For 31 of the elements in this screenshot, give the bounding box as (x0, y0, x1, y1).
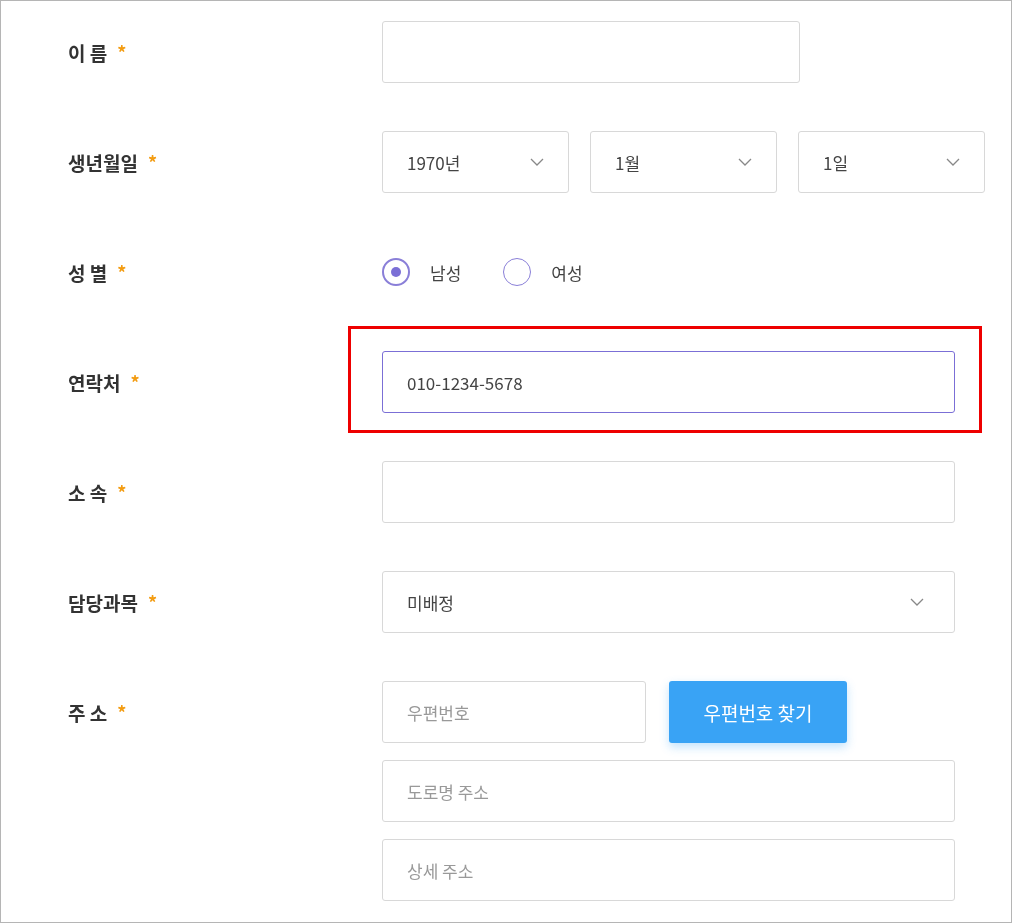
field-label: 담당과목 (68, 588, 138, 616)
required-mark: * (117, 699, 127, 725)
select-dropdown[interactable]: 1일 (798, 131, 985, 193)
field-label: 성 별 (68, 258, 108, 286)
radio-button[interactable] (382, 258, 410, 286)
postcode-input[interactable]: 우편번호 (382, 681, 646, 743)
required-mark: * (117, 39, 127, 65)
select-dropdown[interactable]: 미배정 (382, 571, 955, 633)
radio-option[interactable]: 남성 (382, 258, 462, 286)
chevron-down-icon (530, 158, 544, 166)
required-mark: * (117, 479, 127, 505)
required-mark: * (147, 589, 158, 615)
text-input[interactable] (382, 21, 800, 83)
radio-option[interactable]: 여성 (503, 258, 583, 286)
chevron-down-icon (946, 158, 960, 166)
field-label: 이 름 (68, 38, 108, 66)
required-mark: * (130, 369, 140, 395)
select-dropdown[interactable]: 1월 (590, 131, 777, 193)
chevron-down-icon (910, 598, 924, 606)
field-label: 연락처 (68, 368, 121, 396)
required-mark: * (117, 259, 127, 285)
field-label: 생년월일 (68, 148, 138, 176)
field-label: 주 소 (68, 698, 108, 726)
chevron-down-icon (738, 158, 752, 166)
address-input[interactable]: 도로명 주소 (382, 760, 955, 822)
text-input[interactable] (382, 461, 955, 523)
select-dropdown[interactable]: 1970년 (382, 131, 569, 193)
required-mark: * (147, 149, 158, 175)
field-label: 소 속 (68, 478, 108, 506)
text-input[interactable]: 010-1234-5678 (382, 351, 955, 413)
address-input[interactable]: 상세 주소 (382, 839, 955, 901)
